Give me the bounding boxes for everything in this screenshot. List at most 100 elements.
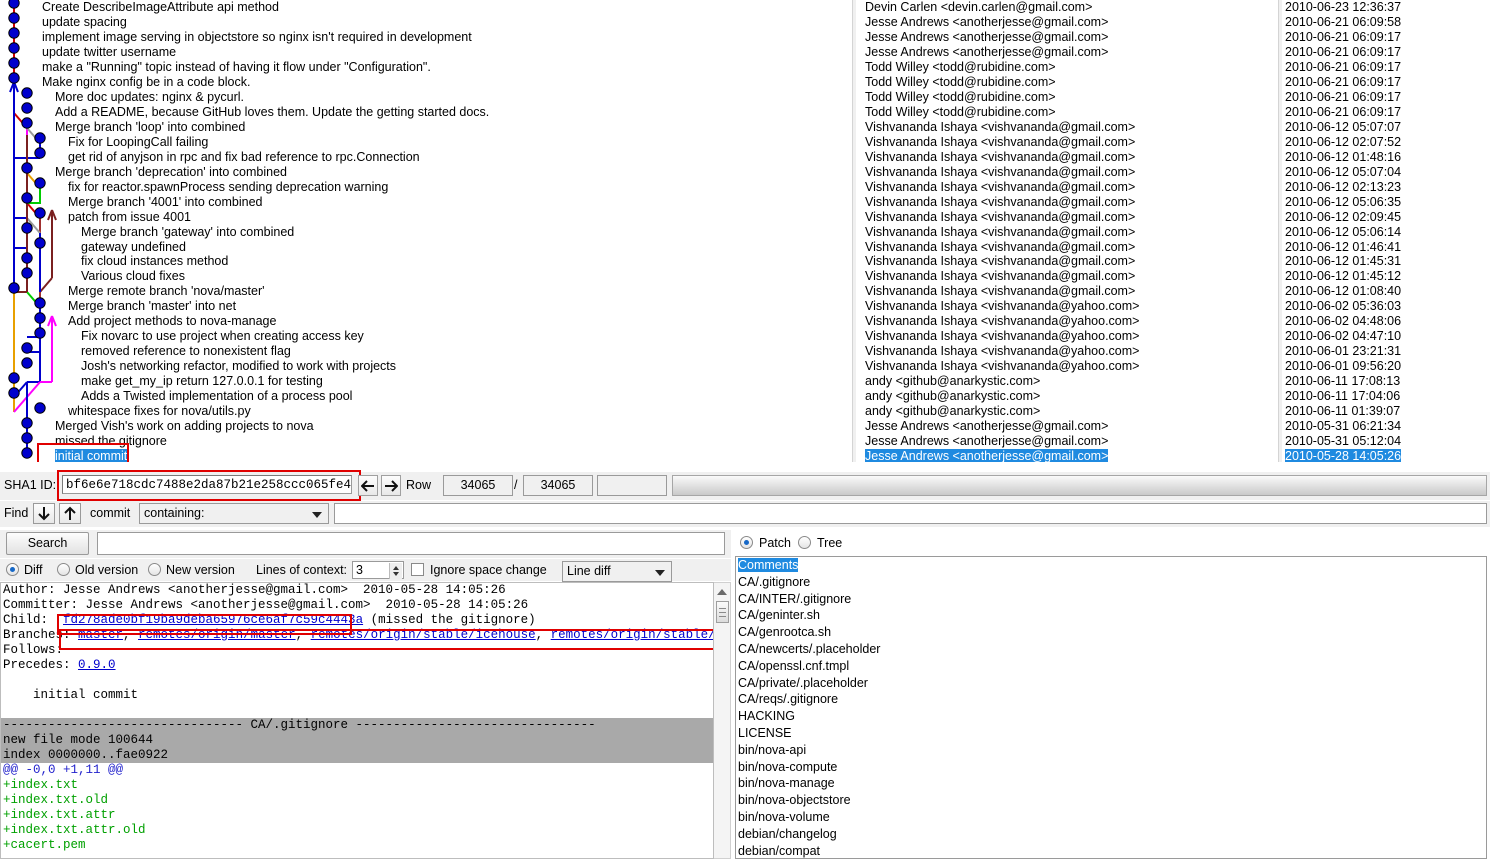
commit-author-row[interactable]: Vishvananda Ishaya <vishvananda@gmail.co…: [856, 254, 1278, 269]
commit-date-pane[interactable]: 2010-06-23 12:36:37 2010-06-21 06:09:58 20…: [1282, 0, 1490, 462]
ignore-space-checkbox[interactable]: [411, 563, 424, 576]
commit-row[interactable]: Merged Vish's work on adding projects to…: [0, 419, 852, 434]
changed-files-list[interactable]: Comments CA/.gitignore CA/INTER/.gitignore…: [735, 556, 1487, 859]
commit-row[interactable]: Merge branch 'gateway' into combined: [0, 225, 852, 240]
commit-author-row[interactable]: Todd Willey <todd@rubidine.com>: [856, 60, 1278, 75]
commit-row[interactable]: Josh's networking refactor, modified to …: [0, 359, 852, 374]
commit-date-row[interactable]: 2010-06-12 02:07:52: [1282, 135, 1490, 150]
lines-of-context-stepper[interactable]: 3: [352, 561, 404, 579]
commit-date-row[interactable]: 2010-06-21 06:09:58: [1282, 15, 1490, 30]
file-list-item[interactable]: CA/INTER/.gitignore: [736, 591, 1486, 608]
commit-author-row[interactable]: Jesse Andrews <anotherjesse@gmail.com>: [856, 15, 1278, 30]
commit-author-row[interactable]: Todd Willey <todd@rubidine.com>: [856, 105, 1278, 120]
commit-row[interactable]: More doc updates: nginx & pycurl.: [0, 90, 852, 105]
file-list-item[interactable]: CA/openssl.cnf.tmpl: [736, 658, 1486, 675]
commit-subject-list[interactable]: Create DescribeImageAttribute api method…: [0, 0, 852, 462]
commit-row[interactable]: make get_my_ip return 127.0.0.1 for test…: [0, 374, 852, 389]
commit-author-row[interactable]: Vishvananda Ishaya <vishvananda@gmail.co…: [856, 210, 1278, 225]
commit-author-row[interactable]: Vishvananda Ishaya <vishvananda@gmail.co…: [856, 269, 1278, 284]
commit-row[interactable]: initial commit: [0, 449, 852, 462]
radio-patch[interactable]: [740, 536, 753, 549]
commit-row[interactable]: Various cloud fixes: [0, 269, 852, 284]
commit-author-row[interactable]: Vishvananda Ishaya <vishvananda@gmail.co…: [856, 165, 1278, 180]
commit-row[interactable]: Fix for LoopingCall failing: [0, 135, 852, 150]
commit-date-row[interactable]: 2010-06-23 12:36:37: [1282, 0, 1490, 15]
sha1-input[interactable]: bf6e6e718cdc7488e2da87b21e258ccc065fe499: [62, 475, 352, 494]
commit-author-row[interactable]: Vishvananda Ishaya <vishvananda@yahoo.co…: [856, 344, 1278, 359]
commit-author-row[interactable]: Jesse Andrews <anotherjesse@gmail.com>: [856, 30, 1278, 45]
commit-row[interactable]: missed the gitignore: [0, 434, 852, 449]
commit-date-row[interactable]: 2010-06-21 06:09:17: [1282, 60, 1490, 75]
commit-date-row[interactable]: 2010-06-11 17:08:13: [1282, 374, 1490, 389]
commit-row[interactable]: update twitter username: [0, 45, 852, 60]
radio-tree[interactable]: [798, 536, 811, 549]
file-list-item[interactable]: CA/private/.placeholder: [736, 675, 1486, 692]
commit-date-row[interactable]: 2010-05-31 05:12:04: [1282, 434, 1490, 449]
commit-author-pane[interactable]: Devin Carlen <devin.carlen@gmail.com> Jes…: [856, 0, 1278, 462]
file-list-item[interactable]: debian/changelog: [736, 826, 1486, 843]
commit-row[interactable]: Merge branch 'master' into net: [0, 299, 852, 314]
commit-row[interactable]: fix cloud instances method: [0, 254, 852, 269]
radio-old-version[interactable]: [57, 563, 70, 576]
file-list-item[interactable]: CA/reqs/.gitignore: [736, 691, 1486, 708]
find-mode-select[interactable]: containing:: [139, 503, 329, 524]
commit-row[interactable]: get rid of anyjson in rpc and fix bad re…: [0, 150, 852, 165]
commit-author-row[interactable]: Vishvananda Ishaya <vishvananda@gmail.co…: [856, 225, 1278, 240]
commit-row[interactable]: Make nginx config be in a code block.: [0, 75, 852, 90]
commit-date-row[interactable]: 2010-06-12 05:07:04: [1282, 165, 1490, 180]
file-list-item[interactable]: bin/nova-manage: [736, 775, 1486, 792]
commit-date-row[interactable]: 2010-06-21 06:09:17: [1282, 75, 1490, 90]
commit-date-row[interactable]: 2010-06-11 17:04:06: [1282, 389, 1490, 404]
commit-row[interactable]: Merge remote branch 'nova/master': [0, 284, 852, 299]
commit-author-row[interactable]: Vishvananda Ishaya <vishvananda@gmail.co…: [856, 135, 1278, 150]
commit-row[interactable]: implement image serving in objectstore s…: [0, 30, 852, 45]
commit-author-row[interactable]: Jesse Andrews <anotherjesse@gmail.com>: [856, 45, 1278, 60]
file-list-item[interactable]: bin/nova-volume: [736, 809, 1486, 826]
commit-author-row[interactable]: Todd Willey <todd@rubidine.com>: [856, 90, 1278, 105]
commit-row[interactable]: update spacing: [0, 15, 852, 30]
commit-row[interactable]: removed reference to nonexistent flag: [0, 344, 852, 359]
commit-row[interactable]: Merge branch 'loop' into combined: [0, 120, 852, 135]
commit-author-row[interactable]: Vishvananda Ishaya <vishvananda@yahoo.co…: [856, 299, 1278, 314]
commit-date-row[interactable]: 2010-06-21 06:09:17: [1282, 30, 1490, 45]
commit-date-row[interactable]: 2010-06-02 04:48:06: [1282, 314, 1490, 329]
search-button[interactable]: Search: [6, 532, 89, 555]
commit-date-row[interactable]: 2010-06-12 02:09:45: [1282, 210, 1490, 225]
file-list-item[interactable]: bin/nova-objectstore: [736, 792, 1486, 809]
commit-author-row[interactable]: andy <github@anarkystic.com>: [856, 404, 1278, 419]
file-list-item[interactable]: HACKING: [736, 708, 1486, 725]
commit-author-row[interactable]: Devin Carlen <devin.carlen@gmail.com>: [856, 0, 1278, 15]
commit-author-row[interactable]: Todd Willey <todd@rubidine.com>: [856, 75, 1278, 90]
goto-previous-button[interactable]: [358, 475, 378, 496]
commit-author-row[interactable]: Jesse Andrews <anotherjesse@gmail.com>: [856, 419, 1278, 434]
commit-author-row[interactable]: Jesse Andrews <anotherjesse@gmail.com>: [856, 449, 1278, 462]
commit-author-row[interactable]: andy <github@anarkystic.com>: [856, 389, 1278, 404]
scrollbar-thumb[interactable]: [716, 601, 729, 623]
commit-row[interactable]: gateway undefined: [0, 240, 852, 255]
file-list-item[interactable]: LICENSE: [736, 725, 1486, 742]
commit-date-row[interactable]: 2010-06-01 23:21:31: [1282, 344, 1490, 359]
find-input[interactable]: [334, 503, 1487, 524]
branch-link[interactable]: remotes/origin/stable/juno: [551, 628, 713, 642]
commit-author-row[interactable]: Vishvananda Ishaya <vishvananda@gmail.co…: [856, 180, 1278, 195]
commit-date-row[interactable]: 2010-06-11 01:39:07: [1282, 404, 1490, 419]
child-commit-link[interactable]: fd278ade0bf19ba9deba65976ce6af7c59c4443a: [63, 613, 363, 627]
commit-date-row[interactable]: 2010-06-12 01:08:40: [1282, 284, 1490, 299]
commit-list-horizontal-scrollbar[interactable]: [672, 475, 1487, 496]
commit-row[interactable]: fix for reactor.spawnProcess sending dep…: [0, 180, 852, 195]
branch-link[interactable]: remotes/origin/stable/icehouse: [311, 628, 536, 642]
commit-date-row[interactable]: 2010-06-12 05:07:07: [1282, 120, 1490, 135]
commit-row[interactable]: Add a README, because GitHub loves them.…: [0, 105, 852, 120]
goto-next-button[interactable]: [381, 475, 401, 496]
commit-date-row[interactable]: 2010-06-21 06:09:17: [1282, 45, 1490, 60]
commit-author-row[interactable]: Jesse Andrews <anotherjesse@gmail.com>: [856, 434, 1278, 449]
diff-text-view[interactable]: Author: Jesse Andrews <anotherjesse@gmai…: [0, 582, 714, 859]
commit-author-row[interactable]: Vishvananda Ishaya <vishvananda@gmail.co…: [856, 240, 1278, 255]
commit-date-row[interactable]: 2010-06-12 05:06:35: [1282, 195, 1490, 210]
file-list-item[interactable]: bin/nova-compute: [736, 759, 1486, 776]
branch-link[interactable]: master: [78, 628, 123, 642]
file-list-item[interactable]: CA/geninter.sh: [736, 607, 1486, 624]
radio-new-version[interactable]: [148, 563, 161, 576]
file-list-item[interactable]: CA/genrootca.sh: [736, 624, 1486, 641]
file-list-item[interactable]: CA/newcerts/.placeholder: [736, 641, 1486, 658]
